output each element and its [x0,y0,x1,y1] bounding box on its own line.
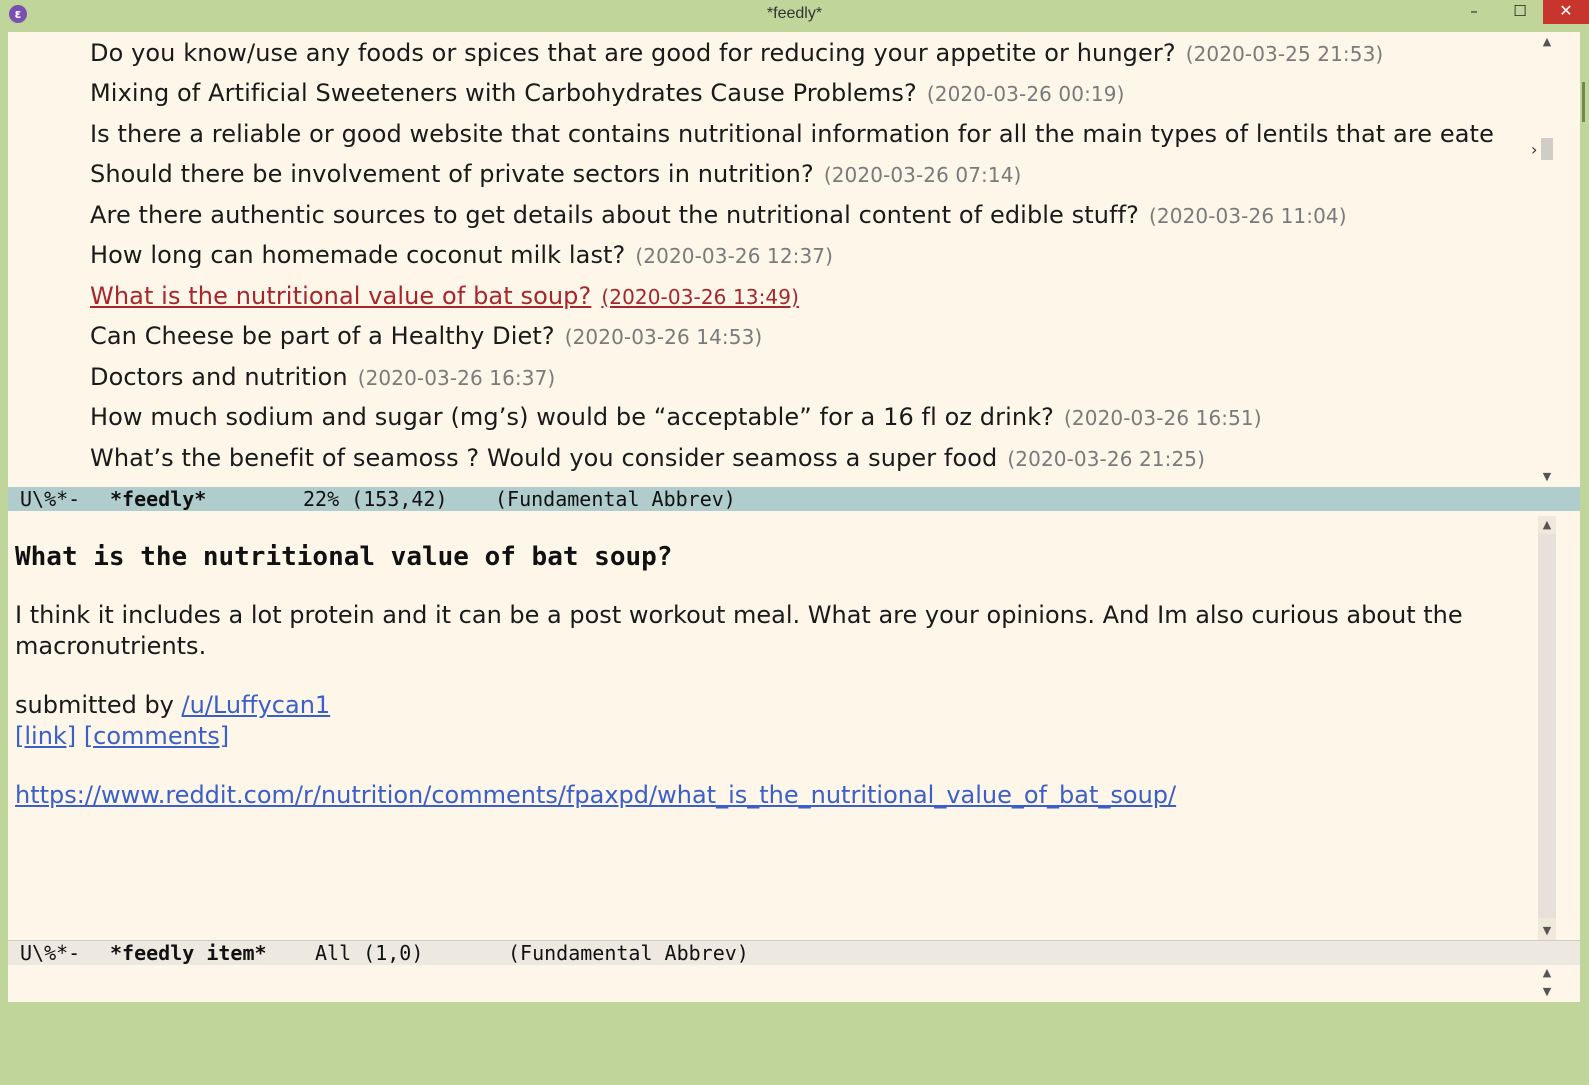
scroll-down-arrow-icon[interactable]: ▼ [1538,984,1556,1000]
modeline-buffer-name[interactable]: *feedly* [110,487,206,511]
modeline-buffer-name[interactable]: *feedly item* [110,941,267,965]
close-button[interactable]: ✕ [1543,0,1589,24]
feed-item-title: Is there a reliable or good website that… [90,120,1494,148]
feed-item-date: (2020-03-26 16:37) [357,366,556,390]
feed-item-date: (2020-03-26 00:19) [926,82,1125,106]
feed-item-title: How long can homemade coconut milk last? [90,241,626,269]
mode-line-feedly-item[interactable]: U\%*- *feedly item* All (1,0) (Fundament… [8,940,1580,965]
feed-item-title: What’s the benefit of seamoss ? Would yo… [90,444,998,472]
feed-item-window[interactable]: What is the nutritional value of bat sou… [8,511,1538,940]
modeline-state: U\%*- [20,941,81,965]
modeline-modes[interactable]: (Fundamental Abbrev) [508,941,749,965]
minimize-button[interactable]: – [1451,0,1497,24]
feed-item-title: What is the nutritional value of bat sou… [90,282,592,310]
feed-item[interactable]: Mixing of Artificial Sweeteners with Car… [90,79,1124,107]
feed-item-title: Are there authentic sources to get detai… [90,201,1140,229]
edge-marker [1582,82,1585,122]
link-link[interactable]: [link] [15,722,76,750]
feed-item-date: (2020-03-26 12:37) [635,244,834,268]
feed-item-date: (2020-03-26 11:04) [1149,204,1347,228]
comments-link[interactable]: [comments] [84,722,229,750]
window-title: *feedly* [766,5,823,22]
feed-item-title: How much sodium and sugar (mg’s) would b… [90,403,1055,431]
feed-item-title: Can Cheese be part of a Healthy Diet? [90,322,555,350]
mode-line-feedly[interactable]: U\%*- *feedly* 22% (153,42) (Fundamental… [8,487,1580,511]
links-row: [link] [comments] [15,722,229,750]
title-bar: ε *feedly* – ☐ ✕ [0,0,1589,30]
feed-item-title: Mixing of Artificial Sweeteners with Car… [90,79,917,107]
submitted-prefix: submitted by [15,691,182,719]
feed-item[interactable]: Is there a reliable or good website that… [90,120,1494,148]
minibuffer[interactable]: ▲ ▼ [8,965,1580,1002]
modeline-position: All (1,0) [315,941,424,965]
submitted-line: submitted by /u/Luffycan1 [15,691,330,719]
feed-item-title: Should there be involvement of private s… [90,160,814,188]
feed-item[interactable]: Should there be involvement of private s… [90,160,1021,188]
feed-item[interactable]: Do you know/use any foods or spices that… [90,39,1383,67]
feed-item[interactable]: Doctors and nutrition (2020-03-26 16:37) [90,363,555,391]
feed-item[interactable]: Are there authentic sources to get detai… [90,201,1347,229]
feed-item-title: Do you know/use any foods or spices that… [90,39,1176,67]
feed-item[interactable]: How much sodium and sugar (mg’s) would b… [90,403,1262,431]
modeline-modes[interactable]: (Fundamental Abbrev) [495,487,736,511]
item-scrollbar[interactable]: ▲ ▼ [1538,516,1556,940]
modeline-state: U\%*- [20,487,81,511]
modeline-position: 22% (153,42) [303,487,448,511]
item-body: I think it includes a lot protein and it… [15,601,1463,660]
truncation-arrow-icon: › [1531,140,1538,159]
emacs-frame: Do you know/use any foods or spices that… [8,32,1580,1002]
feed-item[interactable]: Can Cheese be part of a Healthy Diet? (20… [90,322,762,350]
feed-item-date: (2020-03-26 07:14) [823,163,1022,187]
scrollbar-thumb[interactable] [1541,138,1553,160]
frame-edge [1580,32,1589,1002]
scroll-up-arrow-icon[interactable]: ▲ [1538,965,1556,981]
url-line: https://www.reddit.com/r/nutrition/comme… [15,781,1176,809]
feed-item-title: Doctors and nutrition [90,363,348,391]
feed-item-date: (2020-03-26 14:53) [564,325,763,349]
feed-item-date: (2020-03-25 21:53) [1185,42,1384,66]
scroll-up-arrow-icon[interactable]: ▲ [1538,34,1556,50]
minibuffer-scrollbar[interactable]: ▲ ▼ [1538,965,1556,1002]
feed-list-window[interactable]: Do you know/use any foods or spices that… [8,32,1560,487]
feed-item[interactable]: How long can homemade coconut milk last?… [90,241,833,269]
feed-item-date: (2020-03-26 13:49) [601,285,799,309]
item-heading: What is the nutritional value of bat sou… [15,542,673,572]
author-link[interactable]: /u/Luffycan1 [182,691,331,719]
feed-item-date: (2020-03-26 16:51) [1064,406,1262,430]
scroll-down-arrow-icon[interactable]: ▼ [1538,469,1556,485]
scroll-up-arrow-icon[interactable]: ▲ [1538,517,1556,533]
feed-item-selected[interactable]: What is the nutritional value of bat sou… [90,282,799,310]
maximize-button[interactable]: ☐ [1497,0,1543,24]
post-url-link[interactable]: https://www.reddit.com/r/nutrition/comme… [15,781,1176,809]
feed-list-scrollbar[interactable]: ▲ ▼ [1538,32,1556,487]
scroll-down-arrow-icon[interactable]: ▼ [1538,923,1556,939]
feed-item[interactable]: What’s the benefit of seamoss ? Would yo… [90,444,1205,472]
scrollbar-thumb[interactable] [1538,534,1556,918]
feed-item-date: (2020-03-26 21:25) [1007,447,1206,471]
